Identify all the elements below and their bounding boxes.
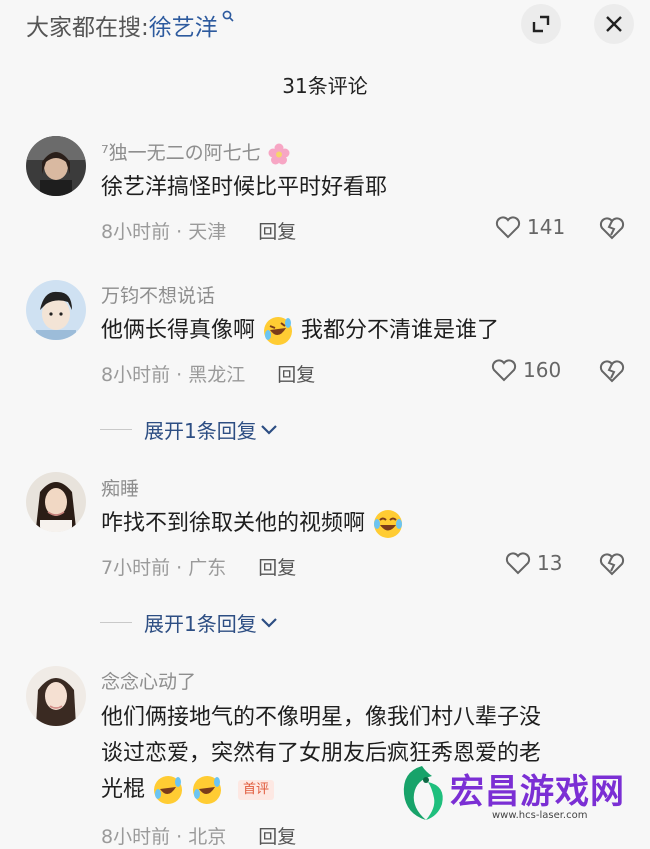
comment-text: 徐艺洋搞怪时候比平时好看耶 (101, 175, 388, 200)
first-comment-badge: 首评 (238, 780, 275, 800)
comment-text: 咋找不到徐取关他的视频啊 (101, 506, 621, 542)
comment-meta: 8小时前 · 北京 回复 (101, 822, 296, 849)
time-location: 8小时前 · 天津 (101, 221, 227, 243)
avatar[interactable] (26, 666, 86, 726)
like-count: 141 (527, 215, 566, 239)
like-count: 13 (537, 551, 563, 575)
dislike-button[interactable] (598, 551, 626, 581)
broken-heart-icon (599, 360, 625, 383)
username[interactable]: 念念心动了 (101, 667, 196, 694)
comment-count-title: 31条评论 (282, 74, 368, 98)
time-location: 7小时前 · 广东 (101, 557, 227, 579)
expand-fullscreen-button[interactable] (521, 4, 561, 44)
comment-text: 他俩长得真像啊 我都分不清谁是谁了 (101, 313, 621, 349)
comment-meta: 7小时前 · 广东 回复 (101, 553, 296, 580)
chevron-down-icon (260, 424, 277, 435)
flower-icon (268, 143, 290, 164)
search-suggestion[interactable]: 大家都在搜:徐艺洋 (26, 8, 234, 42)
comment-meta: 8小时前 · 黑龙江 回复 (101, 360, 315, 387)
dislike-button[interactable] (598, 358, 626, 388)
avatar[interactable] (26, 472, 86, 532)
reply-button[interactable]: 回复 (258, 557, 296, 579)
like-count: 160 (523, 358, 562, 382)
top-bar: 大家都在搜:徐艺洋 (0, 0, 650, 52)
dislike-button[interactable] (598, 215, 626, 245)
search-keyword[interactable]: 徐艺洋 (149, 15, 218, 41)
watermark-brand: 宏昌游戏网 (450, 772, 625, 812)
divider (100, 622, 132, 623)
watermark-url: www.hcs-laser.com (492, 810, 588, 821)
dragon-logo-icon (403, 766, 443, 820)
rofl-emoji-icon (264, 317, 293, 345)
search-prefix: 大家都在搜: (26, 15, 149, 41)
expand-replies-button[interactable]: 展开1条回复 (100, 608, 278, 637)
rofl-emoji-icon (154, 776, 183, 804)
site-watermark: 宏昌游戏网 www.hcs-laser.com (392, 760, 642, 830)
search-icon (218, 10, 234, 26)
fullscreen-icon (532, 15, 550, 33)
crying-laughing-emoji-icon (374, 510, 403, 538)
username[interactable]: 万钧不想说话 (101, 281, 215, 308)
broken-heart-icon (599, 553, 625, 576)
reply-button[interactable]: 回复 (258, 221, 296, 243)
expand-replies-button[interactable]: 展开1条回复 (100, 415, 278, 444)
reply-button[interactable]: 回复 (277, 364, 315, 386)
username[interactable]: 痴睡 (101, 474, 139, 501)
username[interactable]: ⁷独一无二の阿七七 (101, 138, 291, 166)
chevron-down-icon (260, 617, 277, 628)
comment-meta: 8小时前 · 天津 回复 (101, 217, 296, 244)
close-button[interactable] (594, 4, 634, 44)
rofl-emoji-icon (193, 776, 222, 804)
heart-icon (495, 216, 521, 239)
time-location: 8小时前 · 北京 (101, 826, 227, 848)
reply-button[interactable]: 回复 (258, 826, 296, 848)
time-location: 8小时前 · 黑龙江 (101, 364, 246, 386)
like-button[interactable]: 13 (505, 551, 562, 575)
like-button[interactable]: 160 (491, 358, 561, 382)
avatar[interactable] (26, 280, 86, 340)
heart-icon (505, 552, 531, 575)
heart-icon (491, 359, 517, 382)
like-button[interactable]: 141 (495, 215, 565, 239)
close-icon (606, 16, 622, 32)
broken-heart-icon (599, 217, 625, 240)
divider (100, 429, 132, 430)
avatar[interactable] (26, 136, 86, 196)
